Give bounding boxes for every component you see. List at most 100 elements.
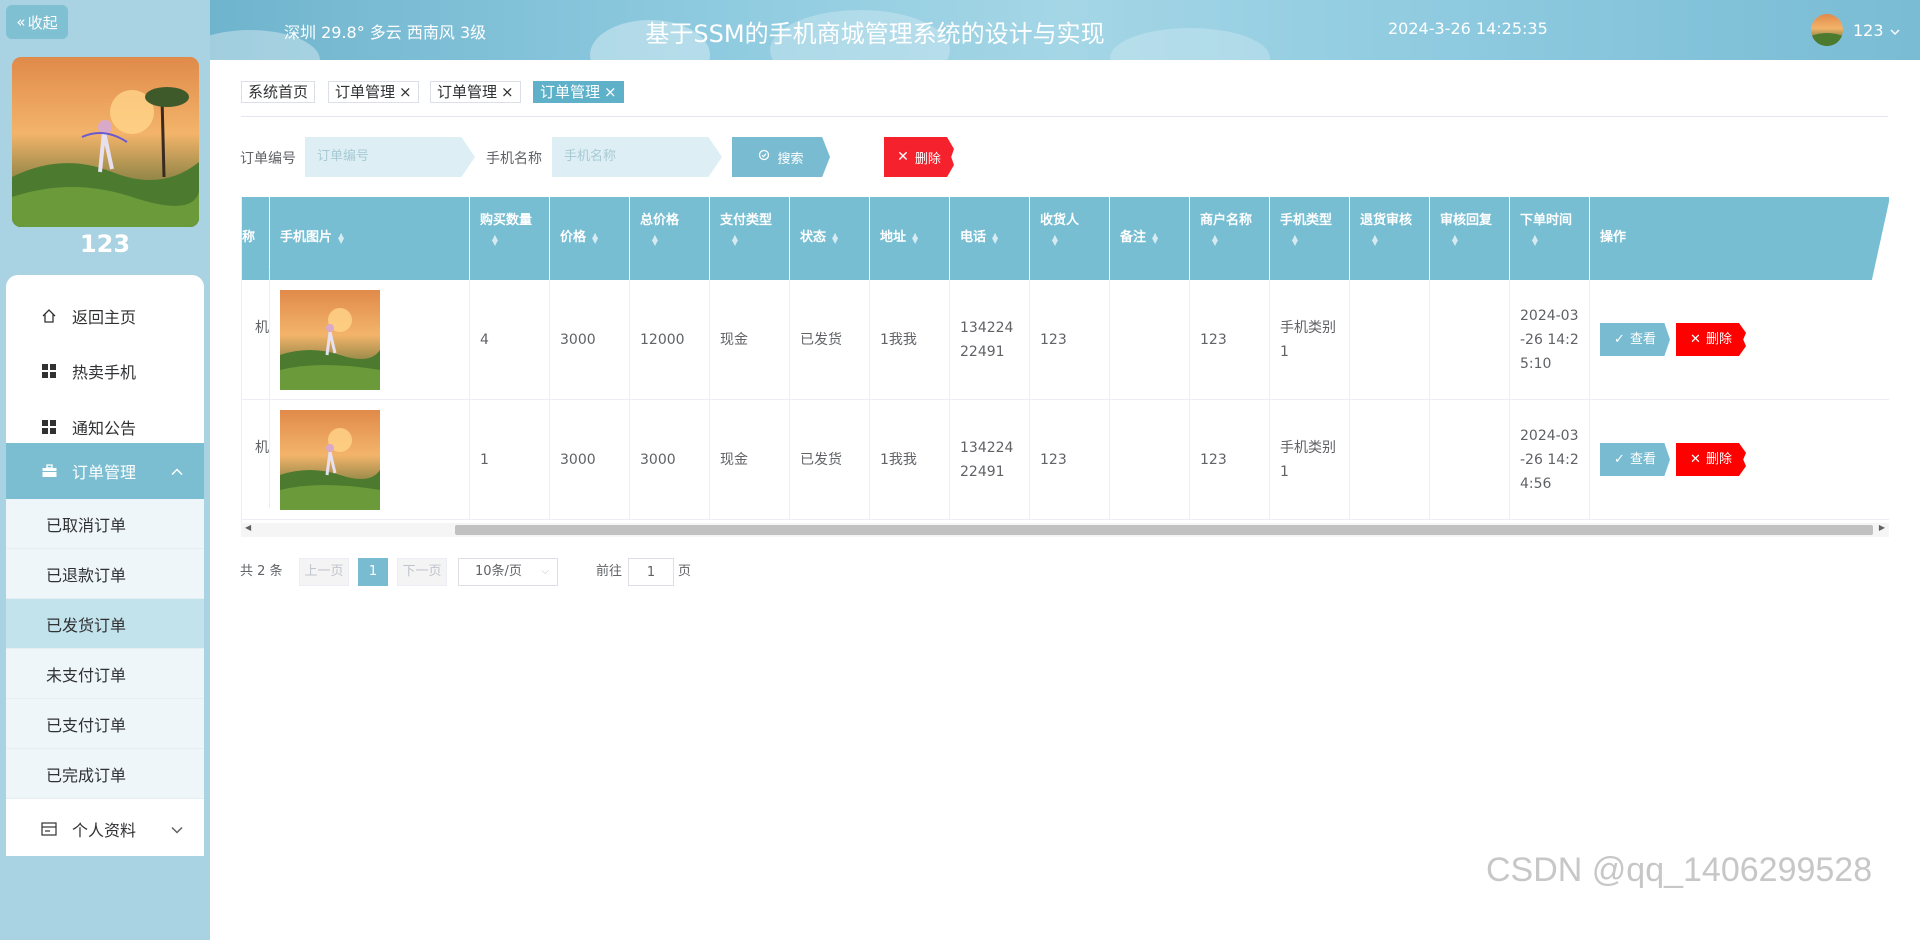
avatar <box>1811 14 1843 46</box>
sort-icon[interactable]: ▲ ▼ <box>336 231 346 244</box>
phone-thumbnail[interactable] <box>280 290 380 390</box>
close-icon[interactable]: × <box>501 83 514 101</box>
cell-total: 12000 <box>630 280 710 400</box>
tab-label: 订单管理 <box>540 83 601 101</box>
cell-address: 1我我 <box>870 400 950 520</box>
profile-image <box>12 57 199 227</box>
page-number-1[interactable]: 1 <box>358 558 388 586</box>
phone-name-input[interactable]: 手机名称 <box>552 137 722 177</box>
tab-order-management[interactable]: 订单管理 × <box>430 81 521 103</box>
grid-icon <box>38 420 60 434</box>
col-header[interactable]: 手机类型 ▲ ▼ <box>1270 197 1350 280</box>
sort-icon[interactable]: ▲ ▼ <box>1530 234 1540 247</box>
chevron-down-icon <box>1890 21 1900 40</box>
sort-icon[interactable]: ▲ ▼ <box>1370 234 1380 247</box>
horizontal-scrollbar[interactable]: ◀ ▶ <box>241 523 1889 537</box>
sort-icon[interactable]: ▲ ▼ <box>1210 234 1220 247</box>
table-row: 机 1 3000 3000 现金 已发货 1我我 13422422491 123… <box>242 388 1889 520</box>
delete-label: 删除 <box>1705 331 1732 347</box>
col-header[interactable]: 状态 ▲ ▼ <box>790 197 870 280</box>
submenu-item-unpaid-orders[interactable]: 未支付订单 <box>6 649 204 699</box>
col-header[interactable]: 备注 ▲ ▼ <box>1110 197 1190 280</box>
phone-thumbnail[interactable] <box>280 410 380 510</box>
sort-icon[interactable]: ▲ ▼ <box>1450 234 1460 247</box>
close-icon[interactable]: × <box>399 83 412 101</box>
sort-icon[interactable]: ▲ ▼ <box>1150 231 1160 244</box>
scroll-left-icon[interactable]: ◀ <box>245 523 251 532</box>
submenu-item-label: 已取消订单 <box>46 515 127 535</box>
col-header[interactable]: 手机图片 ▲ ▼ <box>270 197 470 280</box>
goto-label: 前往 <box>596 564 623 579</box>
submenu-item-refunded-orders[interactable]: 已退款订单 <box>6 549 204 599</box>
close-icon: ✕ <box>1690 331 1701 347</box>
col-header[interactable]: 审核回复 ▲ ▼ <box>1430 197 1510 280</box>
tab-order-management[interactable]: 订单管理 × <box>328 81 419 103</box>
order-no-input[interactable]: 订单编号 <box>305 137 475 177</box>
sidebar: « 收起 123 返回主页 热卖手机 通知公告 订单管理 已取消订单 已退款订单… <box>0 0 210 940</box>
user-menu[interactable]: 123 <box>1811 14 1900 46</box>
cell-qty: 1 <box>470 400 550 520</box>
close-icon: ✕ <box>1690 451 1701 467</box>
cell-phone-image[interactable] <box>270 280 470 400</box>
sort-icon[interactable]: ▲ ▼ <box>1290 234 1300 247</box>
delete-row-button[interactable]: ✕ 删除 <box>1676 323 1746 356</box>
submenu-item-shipped-orders[interactable]: 已发货订单 <box>6 599 204 649</box>
col-header[interactable]: 电话 ▲ ▼ <box>950 197 1030 280</box>
tab-order-management-active[interactable]: 订单管理 × <box>533 81 624 103</box>
submenu-item-paid-orders[interactable]: 已支付订单 <box>6 699 204 749</box>
menu-item-profile[interactable]: 个人资料 <box>6 801 204 857</box>
home-icon <box>38 308 60 324</box>
delete-row-button[interactable]: ✕ 删除 <box>1676 443 1746 476</box>
cell-pay-type: 现金 <box>710 400 790 520</box>
view-button[interactable]: ✓ 查看 <box>1600 443 1670 476</box>
col-header[interactable]: 商户名称 ▲ ▼ <box>1190 197 1270 280</box>
cell-status: 已发货 <box>790 400 870 520</box>
col-header[interactable]: 支付类型 ▲ ▼ <box>710 197 790 280</box>
tabs-divider <box>241 116 1888 117</box>
col-header[interactable]: 总价格 ▲ ▼ <box>630 197 710 280</box>
cell-price: 3000 <box>550 400 630 520</box>
delete-label: 删除 <box>914 151 941 167</box>
col-header[interactable]: 地址 ▲ ▼ <box>870 197 950 280</box>
menu-item-hot-phones[interactable]: 热卖手机 <box>6 343 204 399</box>
submenu-item-completed-orders[interactable]: 已完成订单 <box>6 749 204 799</box>
goto-page-input[interactable] <box>628 558 674 586</box>
scrollbar-thumb[interactable] <box>455 525 1873 535</box>
submenu-item-cancelled-orders[interactable]: 已取消订单 <box>6 499 204 549</box>
sort-icon[interactable]: ▲ ▼ <box>730 234 740 247</box>
sort-icon[interactable]: ▲ ▼ <box>910 231 920 244</box>
scroll-right-icon[interactable]: ▶ <box>1879 523 1885 532</box>
menu-item-label: 通知公告 <box>72 419 137 438</box>
search-button[interactable]: 搜索 <box>732 137 830 177</box>
next-page-button[interactable]: 下一页 <box>397 558 447 586</box>
col-header[interactable]: 退货审核 ▲ ▼ <box>1350 197 1430 280</box>
sort-icon[interactable]: ▲ ▼ <box>490 234 500 247</box>
col-header[interactable]: 收货人 ▲ ▼ <box>1030 197 1110 280</box>
sort-icon[interactable]: ▲ ▼ <box>1050 234 1060 247</box>
sort-icon[interactable]: ▲ ▼ <box>590 231 600 244</box>
cell-receiver: 123 <box>1030 400 1110 520</box>
sort-icon[interactable]: ▲ ▼ <box>830 231 840 244</box>
cell-phone-image[interactable] <box>270 400 470 520</box>
cell-phone-name: 机 <box>242 268 270 388</box>
col-header[interactable]: 价格 ▲ ▼ <box>550 197 630 280</box>
prev-page-button[interactable]: 上一页 <box>299 558 349 586</box>
close-icon[interactable]: × <box>604 83 617 101</box>
menu-item-order-management[interactable]: 订单管理 <box>6 443 204 499</box>
cell-pay-type: 现金 <box>710 280 790 400</box>
col-header[interactable]: 下单时间 ▲ ▼ <box>1510 197 1590 280</box>
menu-item-home[interactable]: 返回主页 <box>6 288 204 344</box>
briefcase-icon <box>38 464 60 478</box>
page-size-select[interactable]: 10条/页 ⌵ <box>458 558 558 586</box>
cell-return-audit <box>1350 280 1430 400</box>
col-header[interactable]: 购买数量 ▲ ▼ <box>470 197 550 280</box>
sort-icon[interactable]: ▲ ▼ <box>990 231 1000 244</box>
view-button[interactable]: ✓ 查看 <box>1600 323 1670 356</box>
cell-order-time: 2024-03-26 14:25:10 <box>1510 280 1590 400</box>
search-label: 搜索 <box>777 151 804 167</box>
collapse-sidebar-button[interactable]: « 收起 <box>6 5 68 39</box>
cell-total: 3000 <box>630 400 710 520</box>
tab-home[interactable]: 系统首页 <box>241 81 316 103</box>
sort-icon[interactable]: ▲ ▼ <box>650 234 660 247</box>
batch-delete-button[interactable]: ✕ 删除 <box>884 137 954 177</box>
